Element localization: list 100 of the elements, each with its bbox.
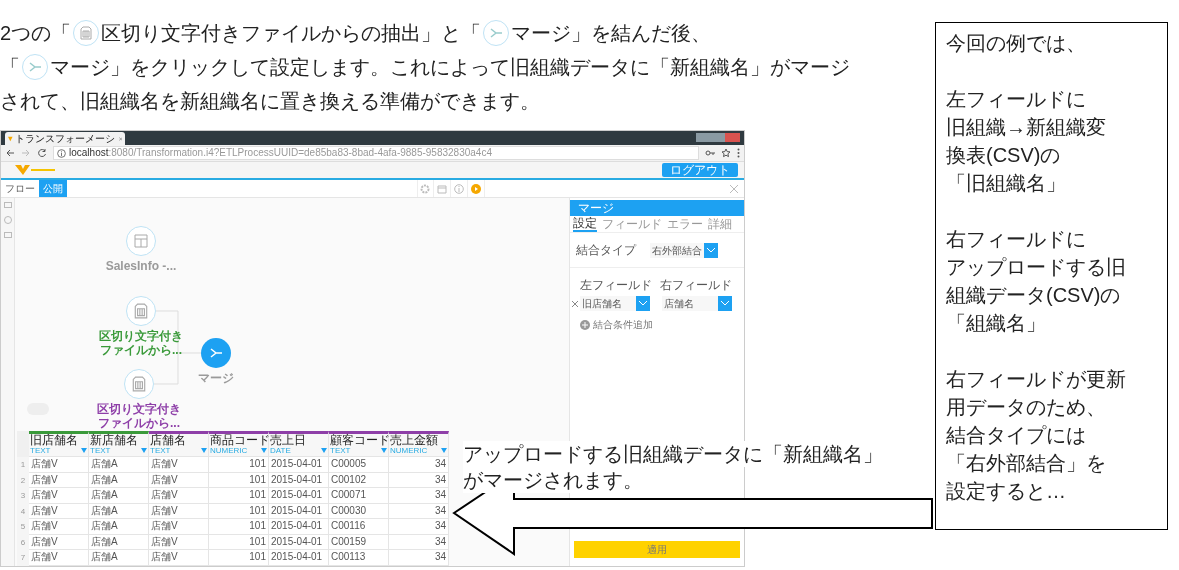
back-icon[interactable] <box>5 148 15 158</box>
table-cell: 店舗V <box>149 472 209 488</box>
dropdown-icon <box>718 296 732 311</box>
browser-tab[interactable]: トランスフォーメーシ <box>5 132 125 145</box>
table-cell: 2015-04-01 <box>269 550 329 566</box>
merge-icon <box>209 346 223 360</box>
table-cell: 34 <box>389 519 449 535</box>
filter-icon[interactable] <box>201 448 207 453</box>
filter-icon[interactable] <box>321 448 327 453</box>
column-header[interactable]: 旧店舗名 TEXT <box>29 431 89 457</box>
table-cell: 34 <box>389 488 449 504</box>
right-field-select[interactable]: 店舗名 <box>662 296 732 311</box>
row-number: 7 <box>17 550 29 566</box>
intro-text: されて、旧組織名を新組織名に置き換える準備ができます。 <box>0 89 540 114</box>
table-cell: 店舗V <box>149 457 209 473</box>
address-bar[interactable]: localhost:8080/Transformation.i4?ETLProcessUUID=de85ba83-8bad-4afa-9885-95832830a4c4 <box>53 146 699 160</box>
note-text: 「右外部結合」を <box>946 451 1107 476</box>
table-cell: 店舗V <box>149 534 209 550</box>
filter-icon[interactable] <box>441 448 447 453</box>
settings-icon[interactable] <box>420 183 430 194</box>
column-header[interactable]: 商品コード NUMERIC <box>209 431 269 457</box>
table-cell: 店舗A <box>89 472 149 488</box>
intro-text: マージ」を結んだ後、 <box>511 21 712 46</box>
column-header[interactable]: 新店舗名 TEXT <box>89 431 149 457</box>
intro-text: 2つの「 <box>0 21 72 46</box>
intro-text: 区切り文字付きファイルからの抽出」と「 <box>101 21 482 46</box>
right-field-label: 右フィールド <box>660 277 732 294</box>
export-icon[interactable] <box>3 232 12 238</box>
table-cell: 店舗V <box>29 457 89 473</box>
flow-node[interactable] <box>126 226 156 256</box>
flow-node[interactable] <box>126 296 156 326</box>
note-text: 「組織名」 <box>946 311 1047 336</box>
table-cell: 店舗V <box>149 519 209 535</box>
table-cell: 店舗V <box>29 519 89 535</box>
table-cell: C00113 <box>329 550 389 566</box>
add-condition-link[interactable]: 結合条件追加 <box>593 317 653 332</box>
table-cell: 店舗A <box>89 488 149 504</box>
logo-icon <box>8 134 13 143</box>
window-controls[interactable] <box>696 133 740 142</box>
left-field-select[interactable]: 旧店舗名 <box>580 296 650 311</box>
join-type-select[interactable]: 右外部結合 <box>650 242 718 258</box>
table-cell: 101 <box>209 534 269 550</box>
import-icon[interactable] <box>3 202 12 208</box>
forward-icon[interactable] <box>21 148 31 158</box>
flow-node[interactable] <box>201 338 231 368</box>
filter-icon[interactable] <box>81 448 87 453</box>
table-cell: 店舗V <box>29 488 89 504</box>
menu-icon[interactable] <box>737 148 740 158</box>
close-icon[interactable] <box>730 184 738 193</box>
table-cell: 店舗A <box>89 519 149 535</box>
note-text: 左フィールドに <box>946 87 1087 112</box>
table-cell: 店舗A <box>89 534 149 550</box>
note-text: 今回の例では、 <box>946 31 1087 56</box>
flow-node[interactable] <box>124 369 154 399</box>
filter-icon[interactable] <box>141 448 147 453</box>
table-cell: C00159 <box>329 534 389 550</box>
table-cell: 2015-04-01 <box>269 519 329 535</box>
table-cell: 101 <box>209 519 269 535</box>
table-icon <box>133 233 149 249</box>
note-text: 「旧組織名」 <box>946 171 1067 196</box>
filter-icon[interactable] <box>381 448 387 453</box>
table-cell: 34 <box>389 457 449 473</box>
play-icon[interactable] <box>470 183 481 194</box>
table-cell: 店舗V <box>29 534 89 550</box>
table-cell: 店舗V <box>29 503 89 519</box>
column-header[interactable]: 顧客コード TEXT <box>329 431 389 457</box>
table-cell: C00030 <box>329 503 389 519</box>
table-corner <box>17 431 29 457</box>
column-header[interactable]: 店舗名 TEXT <box>149 431 209 457</box>
join-type-label: 結合タイプ <box>576 242 638 259</box>
table-cell: 2015-04-01 <box>269 503 329 519</box>
close-icon[interactable] <box>118 135 122 142</box>
yellowfin-logo <box>15 164 55 176</box>
url-text: localhost:8080/Transformation.i4?ETLProcessUUID=de85ba83-8bad-4afa-9885-95832830a4c4 <box>69 148 492 158</box>
table-cell: 店舗A <box>89 550 149 566</box>
calendar-icon[interactable] <box>436 183 447 194</box>
filter-icon[interactable] <box>261 448 267 453</box>
add-icon[interactable] <box>580 319 590 330</box>
app-tab[interactable]: フロー <box>1 180 39 197</box>
info-icon[interactable] <box>453 183 464 194</box>
note-text: アップロードする旧 <box>946 255 1127 280</box>
column-header[interactable]: 売上日 DATE <box>269 431 329 457</box>
dropdown-icon <box>636 296 650 311</box>
table-cell: 2015-04-01 <box>269 472 329 488</box>
note-text: 用データのため、 <box>946 395 1107 420</box>
star-icon[interactable] <box>721 148 731 158</box>
row-number: 5 <box>17 519 29 535</box>
note-text: 換表(CSV)の <box>946 143 1062 168</box>
note-text: 旧組織→新組織変 <box>946 115 1107 140</box>
file-icon <box>131 376 147 392</box>
column-header[interactable]: 売上金額 NUMERIC <box>389 431 449 457</box>
table-cell: 101 <box>209 488 269 504</box>
node-label: ファイルから... <box>98 416 180 430</box>
note-text: 右フィールドが更新 <box>946 367 1127 392</box>
table-cell: 店舗V <box>29 550 89 566</box>
reload-icon[interactable] <box>37 148 47 158</box>
table-cell: 101 <box>209 472 269 488</box>
panel-tab[interactable]: 設定 <box>573 216 597 232</box>
key-icon[interactable] <box>705 148 715 158</box>
remove-icon[interactable] <box>572 300 578 307</box>
